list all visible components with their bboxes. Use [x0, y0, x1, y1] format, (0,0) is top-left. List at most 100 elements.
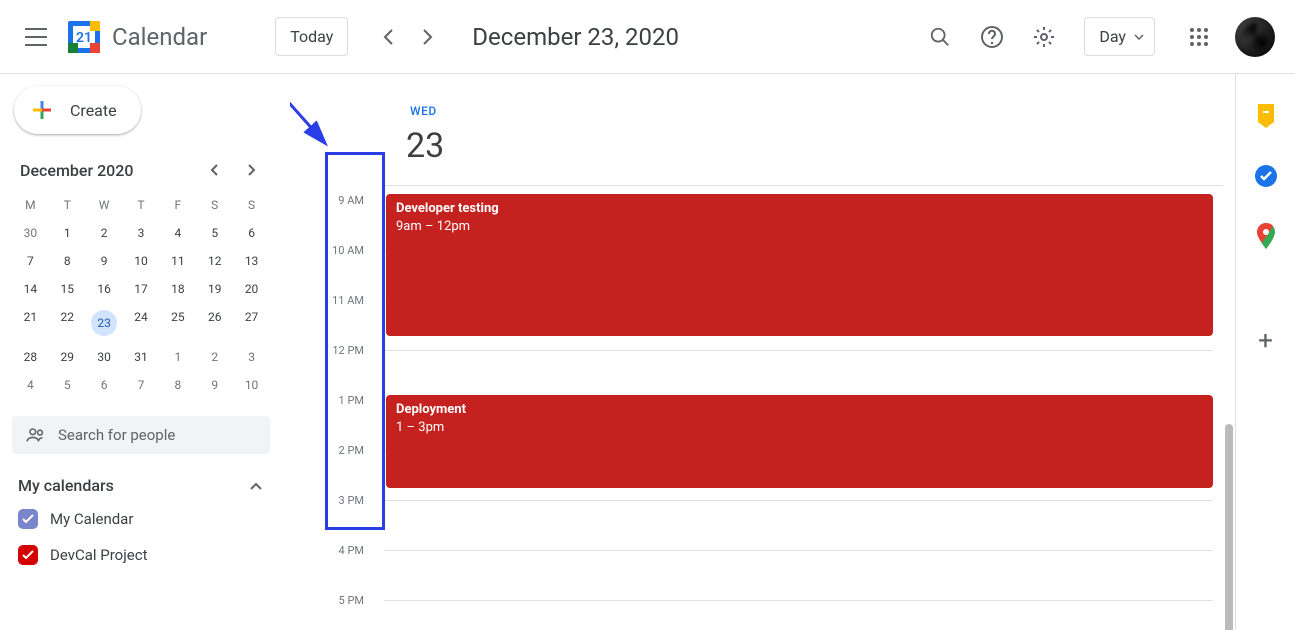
mini-day-cell[interactable]: 22 — [49, 304, 86, 342]
mini-day-cell[interactable]: 8 — [49, 248, 86, 274]
create-button[interactable]: Create — [14, 86, 141, 134]
mini-day-cell[interactable]: 15 — [49, 276, 86, 302]
mini-day-cell[interactable]: 5 — [196, 220, 233, 246]
create-button-label: Create — [70, 101, 117, 120]
mini-prev-month-button[interactable] — [200, 156, 228, 184]
time-label: 2 PM — [304, 444, 364, 457]
time-label: 11 AM — [304, 294, 364, 307]
tasks-icon[interactable] — [1254, 164, 1278, 188]
time-label: 5 PM — [304, 594, 364, 607]
search-people-input[interactable]: Search for people — [12, 416, 270, 454]
calendar-checkbox[interactable] — [18, 545, 38, 565]
mini-day-cell[interactable]: 27 — [233, 304, 270, 342]
mini-day-cell[interactable]: 18 — [159, 276, 196, 302]
time-grid[interactable]: 9 AM10 AM11 AM12 PM1 PM2 PM3 PM4 PM5 PM … — [290, 186, 1235, 630]
mini-day-cell[interactable]: 1 — [49, 220, 86, 246]
mini-day-cell[interactable]: 9 — [86, 248, 123, 274]
mini-day-cell[interactable]: 8 — [159, 372, 196, 398]
calendar-logo-icon: 21 — [64, 17, 104, 57]
mini-day-cell[interactable]: 9 — [196, 372, 233, 398]
time-label: 12 PM — [304, 344, 364, 357]
account-avatar[interactable] — [1235, 17, 1275, 57]
event-column[interactable]: Developer testing9am – 12pm Deployment1 –… — [384, 186, 1213, 630]
date-nav — [368, 17, 448, 57]
mini-calendar-grid: MTWTFSS301234567891011121314151617181920… — [12, 188, 270, 406]
search-icon[interactable] — [916, 13, 964, 61]
mini-day-cell[interactable]: 7 — [12, 248, 49, 274]
mini-day-cell[interactable]: 11 — [159, 248, 196, 274]
mini-day-cell[interactable]: 7 — [123, 372, 160, 398]
mini-day-cell[interactable]: 19 — [196, 276, 233, 302]
mini-day-cell[interactable]: 30 — [86, 344, 123, 370]
help-icon[interactable] — [968, 13, 1016, 61]
mini-day-cell[interactable]: 30 — [12, 220, 49, 246]
calendar-list-item[interactable]: My Calendar — [12, 501, 270, 537]
mini-day-cell[interactable]: 2 — [196, 344, 233, 370]
mini-day-cell[interactable]: 12 — [196, 248, 233, 274]
mini-day-cell[interactable]: 4 — [12, 372, 49, 398]
event-title: Deployment — [396, 401, 1203, 419]
add-panel-button[interactable]: + — [1258, 326, 1273, 356]
event-time: 9am – 12pm — [396, 218, 1203, 236]
keep-icon[interactable] — [1254, 104, 1278, 128]
calendar-list-item[interactable]: DevCal Project — [12, 537, 270, 573]
view-selector-label: Day — [1099, 27, 1126, 46]
time-label: 4 PM — [304, 544, 364, 557]
day-column-header: WED 23 — [290, 74, 1235, 186]
mini-dow-label: S — [196, 194, 233, 218]
calendar-event[interactable]: Deployment1 – 3pm — [386, 395, 1213, 488]
scrollbar-thumb[interactable] — [1225, 424, 1233, 630]
mini-dow-label: M — [12, 194, 49, 218]
prev-day-button[interactable] — [368, 17, 408, 57]
mini-day-cell[interactable]: 6 — [233, 220, 270, 246]
mini-next-month-button[interactable] — [238, 156, 266, 184]
mini-day-cell[interactable]: 17 — [123, 276, 160, 302]
mini-day-cell[interactable]: 13 — [233, 248, 270, 274]
mini-day-cell[interactable]: 31 — [123, 344, 160, 370]
mini-day-cell[interactable]: 24 — [123, 304, 160, 342]
mini-day-cell[interactable]: 1 — [159, 344, 196, 370]
google-apps-icon[interactable] — [1175, 13, 1223, 61]
day-of-week-label: WED — [410, 104, 437, 118]
mini-day-cell[interactable]: 28 — [12, 344, 49, 370]
calendar-name-label: My Calendar — [50, 510, 133, 528]
mini-day-cell[interactable]: 3 — [233, 344, 270, 370]
maps-icon[interactable] — [1254, 224, 1278, 248]
today-button[interactable]: Today — [275, 17, 348, 56]
view-selector[interactable]: Day — [1084, 17, 1155, 56]
mini-day-cell[interactable]: 26 — [196, 304, 233, 342]
mini-day-cell[interactable]: 21 — [12, 304, 49, 342]
main-menu-icon[interactable] — [12, 13, 60, 61]
mini-day-cell[interactable]: 29 — [49, 344, 86, 370]
calendar-event[interactable]: Developer testing9am – 12pm — [386, 194, 1213, 336]
mini-day-cell[interactable]: 25 — [159, 304, 196, 342]
mini-day-cell[interactable]: 14 — [12, 276, 49, 302]
mini-day-cell[interactable]: 2 — [86, 220, 123, 246]
mini-day-cell[interactable]: 16 — [86, 276, 123, 302]
header-bar: 21 Calendar Today December 23, 2020 Day — [0, 0, 1295, 74]
calendar-checkbox[interactable] — [18, 509, 38, 529]
chevron-up-icon — [250, 482, 262, 490]
mini-day-cell[interactable]: 23 — [86, 304, 123, 342]
my-calendars-toggle[interactable]: My calendars — [12, 454, 270, 501]
mini-day-cell[interactable]: 10 — [233, 372, 270, 398]
mini-day-cell[interactable]: 10 — [123, 248, 160, 274]
next-day-button[interactable] — [408, 17, 448, 57]
current-date-title: December 23, 2020 — [472, 23, 679, 51]
plus-icon — [28, 96, 56, 124]
mini-day-cell[interactable]: 20 — [233, 276, 270, 302]
settings-icon[interactable] — [1020, 13, 1068, 61]
mini-day-cell[interactable]: 4 — [159, 220, 196, 246]
side-panel: + — [1235, 74, 1295, 630]
event-title: Developer testing — [396, 200, 1203, 218]
mini-dow-label: W — [86, 194, 123, 218]
time-label: 3 PM — [304, 494, 364, 507]
mini-day-cell[interactable]: 5 — [49, 372, 86, 398]
mini-day-cell[interactable]: 6 — [86, 372, 123, 398]
chevron-down-icon — [1134, 34, 1144, 40]
time-label: 10 AM — [304, 244, 364, 257]
mini-calendar-header: December 2020 — [12, 156, 270, 188]
mini-day-cell[interactable]: 3 — [123, 220, 160, 246]
my-calendars-label: My calendars — [18, 476, 250, 495]
mini-dow-label: S — [233, 194, 270, 218]
